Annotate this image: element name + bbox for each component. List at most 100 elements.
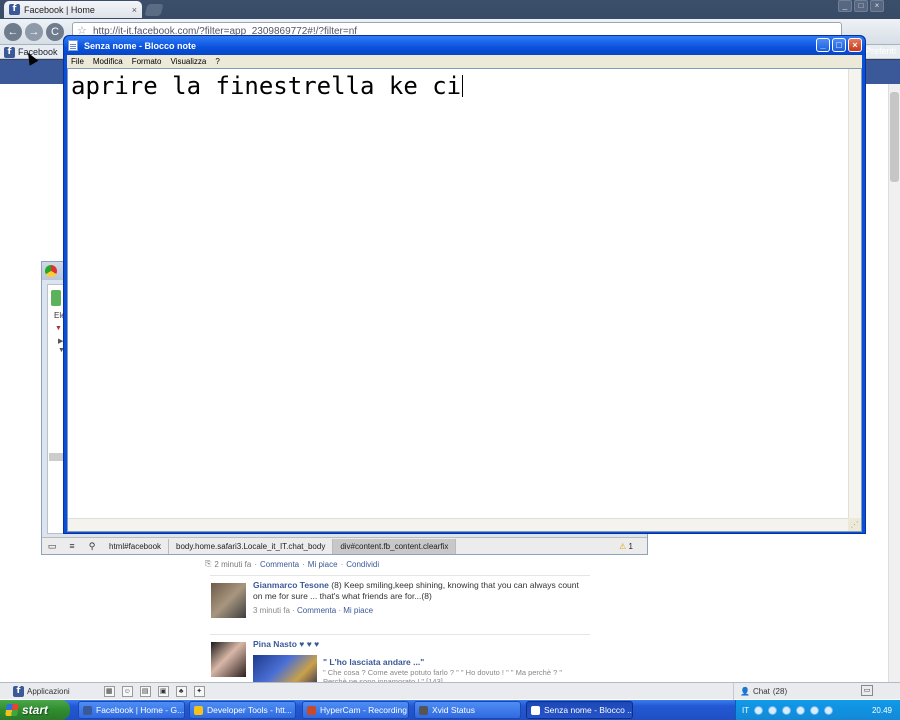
bookmarks-menu[interactable]: Preferiti bbox=[865, 46, 896, 56]
system-tray: IT 20.49 bbox=[735, 700, 900, 720]
chat-button[interactable]: 👤 Chat (28) bbox=[733, 683, 851, 700]
devtools-task-icon bbox=[194, 705, 203, 715]
menu-formato[interactable]: Formato bbox=[132, 57, 162, 66]
chat-label: Chat bbox=[752, 687, 770, 696]
game-icon[interactable]: ♣ bbox=[175, 685, 187, 697]
applications-button[interactable]: f Applicazioni bbox=[0, 683, 78, 700]
console-icon[interactable]: ≡ bbox=[62, 541, 82, 551]
photos-icon[interactable]: ▦ bbox=[103, 685, 115, 697]
xvid-task-icon bbox=[419, 705, 428, 715]
tray-icon-3[interactable] bbox=[782, 705, 792, 715]
forward-button[interactable]: → bbox=[25, 23, 43, 41]
clock[interactable]: 20.49 bbox=[872, 706, 900, 715]
feed-story: Gianmarco Tesone (8) Keep smiling,keep s… bbox=[205, 580, 595, 630]
tray-icon-5[interactable] bbox=[810, 705, 820, 715]
dock-icon[interactable]: ▭ bbox=[42, 541, 62, 552]
warning-count-value: 1 bbox=[628, 541, 633, 551]
notepad-app-icon bbox=[68, 40, 78, 51]
notepad-text-content: aprire la finestrella ke ci bbox=[71, 72, 462, 100]
taskbar-item-notepad[interactable]: Senza nome - Blocco ... bbox=[526, 701, 633, 719]
menu-help[interactable]: ? bbox=[215, 57, 219, 66]
avatar[interactable] bbox=[211, 642, 246, 677]
story-time[interactable]: 3 minuti fa bbox=[253, 606, 290, 615]
events-icon[interactable]: ▣ bbox=[157, 685, 169, 697]
taskbar-item-label: Xvid Status bbox=[432, 705, 475, 715]
breadcrumb-body[interactable]: body.home.safari3.Locale_it_IT.chat_body bbox=[169, 538, 334, 554]
close-button[interactable]: × bbox=[848, 38, 862, 52]
taskbar-item-hypercam[interactable]: HyperCam - Recording bbox=[302, 701, 409, 719]
menu-file[interactable]: File bbox=[71, 57, 84, 66]
story-author[interactable]: Gianmarco Tesone bbox=[253, 580, 329, 590]
dom-expand-arrow-icon[interactable]: ▼ bbox=[55, 325, 62, 332]
browser-tab-title: Facebook | Home bbox=[24, 4, 95, 15]
notepad-titlebar[interactable]: Senza nome - Blocco note _ □ × bbox=[64, 36, 865, 55]
notepad-title: Senza nome - Blocco note bbox=[84, 40, 197, 51]
chrome-task-icon bbox=[83, 705, 92, 715]
page-scrollbar[interactable] bbox=[888, 84, 900, 682]
taskbar-item-label: Developer Tools - htt... bbox=[207, 705, 292, 715]
tab-close-icon[interactable]: × bbox=[132, 5, 137, 15]
browser-tab[interactable]: f Facebook | Home × bbox=[4, 1, 142, 18]
chat-options-icon[interactable]: ▭ bbox=[861, 685, 873, 696]
warning-count[interactable]: ⚠ 1 bbox=[619, 542, 647, 551]
start-button[interactable]: start bbox=[0, 700, 70, 720]
search-icon[interactable]: ⚲ bbox=[82, 541, 102, 552]
attachment-title[interactable]: " L'ho lasciata andare ..." bbox=[323, 657, 424, 667]
story-time[interactable]: 2 minuti fa bbox=[214, 560, 251, 569]
tray-icon-4[interactable] bbox=[796, 705, 806, 715]
notepad-vertical-scrollbar[interactable] bbox=[848, 69, 861, 519]
like-link[interactable]: Mi piace bbox=[308, 560, 338, 569]
new-tab-button[interactable] bbox=[144, 4, 164, 16]
notepad-task-icon bbox=[531, 705, 540, 715]
resize-grip-icon[interactable]: ⋰ bbox=[848, 518, 861, 531]
browser-window-controls: _ □ × bbox=[838, 0, 884, 12]
notes-icon[interactable]: ▤ bbox=[139, 685, 151, 697]
like-link[interactable]: Mi piace bbox=[343, 606, 373, 615]
hypercam-task-icon bbox=[307, 705, 316, 715]
back-button[interactable]: ← bbox=[4, 23, 22, 41]
maximize-button[interactable]: □ bbox=[832, 38, 846, 52]
notepad-window: Senza nome - Blocco note _ □ × File Modi… bbox=[63, 35, 866, 534]
taskbar-item-label: Senza nome - Blocco ... bbox=[544, 705, 633, 715]
tray-icon-1[interactable] bbox=[754, 705, 764, 715]
browser-maximize-button[interactable]: □ bbox=[854, 0, 868, 12]
feed-divider bbox=[210, 575, 590, 576]
comment-link[interactable]: Commenta bbox=[297, 606, 336, 615]
facebook-favicon-icon: f bbox=[9, 4, 20, 15]
chrome-logo-icon bbox=[45, 265, 57, 277]
chat-count: (28) bbox=[772, 687, 788, 696]
reload-button[interactable]: C bbox=[46, 23, 64, 41]
taskbar-item-facebook[interactable]: Facebook | Home - G... bbox=[78, 701, 185, 719]
taskbar-item-xvid[interactable]: Xvid Status bbox=[414, 701, 521, 719]
browser-close-button[interactable]: × bbox=[870, 0, 884, 12]
share-icon: ⎘ bbox=[205, 559, 212, 568]
settings-icon[interactable]: ✦ bbox=[193, 685, 205, 697]
language-indicator[interactable]: IT bbox=[742, 706, 749, 715]
share-link[interactable]: Condividi bbox=[346, 560, 379, 569]
taskbar-item-devtools[interactable]: Developer Tools - htt... bbox=[189, 701, 296, 719]
facebook-bookmark-icon: f bbox=[4, 46, 15, 58]
comment-link[interactable]: Commenta bbox=[260, 560, 299, 569]
chat-user-icon: 👤 bbox=[740, 687, 750, 696]
menu-modifica[interactable]: Modifica bbox=[93, 57, 123, 66]
facebook-bottom-bar: f Applicazioni ▦ ☺ ▤ ▣ ♣ ✦ 👤 Chat (28) ▭ bbox=[0, 682, 900, 700]
applications-label: Applicazioni bbox=[27, 686, 70, 696]
story-body: Pina Nasto ♥ ♥ ♥ bbox=[253, 639, 583, 650]
windows-taskbar: start Facebook | Home - G... Developer T… bbox=[0, 700, 900, 720]
video-icon[interactable]: ☺ bbox=[121, 685, 133, 697]
tray-icon-6[interactable] bbox=[824, 705, 834, 715]
elements-panel-icon[interactable] bbox=[51, 290, 61, 306]
avatar[interactable] bbox=[211, 583, 246, 618]
breadcrumb-html[interactable]: html#facebook bbox=[102, 538, 170, 554]
breadcrumb-div[interactable]: div#content.fb_content.clearfix bbox=[333, 538, 457, 554]
notepad-window-controls: _ □ × bbox=[816, 38, 862, 52]
app-shortcuts: ▦ ☺ ▤ ▣ ♣ ✦ bbox=[103, 685, 205, 697]
browser-minimize-button[interactable]: _ bbox=[838, 0, 852, 12]
tray-icon-2[interactable] bbox=[768, 705, 778, 715]
menu-visualizza[interactable]: Visualizza bbox=[170, 57, 206, 66]
notepad-horizontal-scrollbar[interactable] bbox=[68, 518, 849, 531]
minimize-button[interactable]: _ bbox=[816, 38, 830, 52]
notepad-text-area[interactable]: aprire la finestrella ke ci ⋰ bbox=[67, 68, 862, 532]
story-author[interactable]: Pina Nasto ♥ ♥ ♥ bbox=[253, 639, 319, 649]
page-scroll-thumb[interactable] bbox=[890, 92, 899, 182]
